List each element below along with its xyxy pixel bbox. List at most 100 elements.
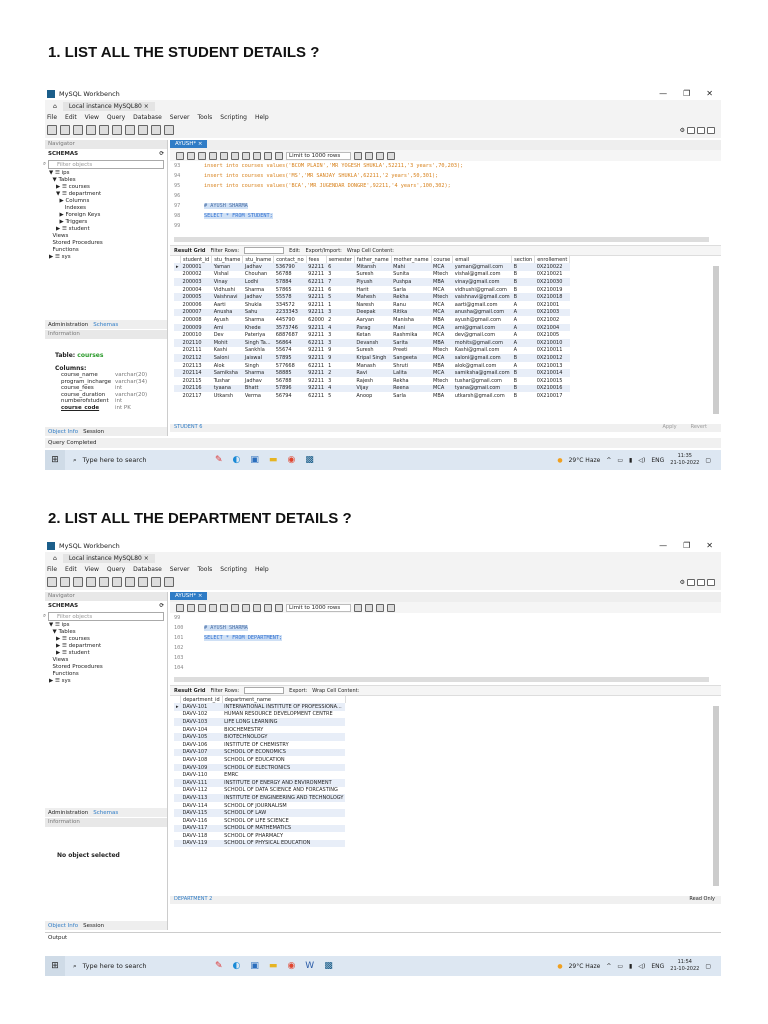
invisible-chars-icon[interactable] [376,151,385,160]
chevron-up-icon[interactable]: ^ [606,963,611,970]
cell[interactable]: 0X21003 [534,308,570,317]
cell[interactable]: Anusha [211,308,243,317]
cell[interactable]: 5 [326,293,355,301]
cell[interactable]: MCA [431,354,453,362]
table-row[interactable]: DAVV-110 EMRC [174,771,345,779]
cell[interactable]: Lalita [391,369,432,377]
edge-icon[interactable]: ◐ [233,455,241,465]
cell[interactable]: Ami [211,323,243,332]
cell[interactable]: Mtech [431,347,453,355]
cell[interactable]: 92211 [306,347,326,355]
cell[interactable]: Jaiswal [242,354,274,362]
cell[interactable]: 0X210013 [535,362,570,370]
toolbar-button[interactable] [164,125,174,135]
cell[interactable]: 577668 [274,362,306,370]
cell[interactable]: Mitansh [354,263,392,271]
cell[interactable]: 202113 [181,362,212,370]
cell[interactable]: 200007 [180,308,212,317]
paint-app-icon[interactable]: ✎ [215,455,223,465]
apply-button[interactable]: Apply [662,424,676,432]
cell[interactable]: MCA [431,286,453,294]
cell[interactable]: Ranu [391,301,431,309]
cell[interactable]: Anoop [354,392,391,400]
cell[interactable]: B [512,286,535,294]
cell[interactable]: dev@gmail.com [453,331,512,339]
cell[interactable]: SCHOOL OF DATA SCIENCE AND FORCASTING [222,787,345,795]
menu-tools[interactable]: Tools [197,566,212,573]
maximize-button[interactable]: ❐ [683,89,690,98]
table-row[interactable]: 202117 Utkarsh Verma 56794 62211 5 Anoop Sarla M… [174,392,570,400]
result-grid-button[interactable]: Result Grid [174,688,205,694]
tree-item[interactable]: ▶ Foreign Keys [45,212,167,219]
cell[interactable]: Mahi [391,263,432,271]
cell[interactable]: Mahesh [354,293,392,301]
filter-rows-input[interactable] [244,687,285,694]
tree-item[interactable]: Views [45,233,167,240]
cell[interactable]: Sharma [243,316,274,324]
language-indicator[interactable]: ENG [651,457,664,464]
cell[interactable]: 0X210019 [535,286,570,294]
cell[interactable]: Sarita [391,338,432,347]
beautify-icon[interactable] [354,603,363,612]
cell[interactable]: vinay@gmail.com [452,278,512,286]
network-icon[interactable]: ▭ [617,457,623,464]
cell[interactable]: Reena [391,384,432,393]
explorer-icon[interactable]: ▬ [269,455,278,465]
cell[interactable]: B [511,384,535,393]
cell[interactable]: Manisha [391,316,431,324]
clock[interactable]: 11:35 21-10-2022 [670,453,699,467]
tree-item[interactable]: ▶ ☰ courses [45,636,167,643]
toolbar-button[interactable] [138,125,148,135]
table-row[interactable]: 202114 Samiksha Sharma 58885 92211 2 Ravi Lalit… [174,369,570,377]
toolbar-button[interactable] [138,577,148,587]
cell[interactable]: INSTITUTE OF CHEMISTRY [222,741,345,749]
cell[interactable]: Tushar [212,377,243,385]
cell[interactable]: INSTITUTE OF ENGINEERING AND TECHNOLOGY [222,794,346,802]
cell[interactable]: 0X210022 [534,263,570,271]
execute-current-icon[interactable] [209,151,217,160]
cell[interactable]: DAVV-112 [181,787,223,795]
cell[interactable]: 334572 [274,301,306,309]
cell[interactable]: Sankhla [243,347,274,355]
cell[interactable]: Alok [212,362,243,370]
taskbar-search[interactable]: ⌕ Type here to search [65,456,165,465]
column-header[interactable]: email [452,256,513,263]
filter-rows-input[interactable] [244,247,285,254]
cell[interactable]: 3 [326,271,354,279]
cell[interactable]: INSTITUTE OF ENERGY AND ENVIRONMENT [222,778,346,787]
settings-icon[interactable]: ⚙ [680,579,685,586]
table-row[interactable]: 200006 Aarti Shukla 334572 92211 1 Naresh Ranu M… [174,301,570,309]
toolbar-button[interactable] [86,125,96,135]
column-header[interactable]: semester [326,256,355,263]
refresh-icon[interactable]: ⟳ [159,151,164,157]
cell[interactable]: DAVV-116 [181,817,223,825]
cell[interactable]: DAVV-105 [180,733,223,741]
table-row[interactable]: DAVV-104 BIOCHEMESTRY [174,726,345,734]
tree-item[interactable]: ▼ ☰ department [45,191,167,198]
cell[interactable]: MBA [431,278,453,286]
table-row[interactable]: DAVV-109 SCHOOL OF ELECTRONICS [174,763,346,772]
cell[interactable]: A [512,331,535,339]
tree-item[interactable]: ▼ Tables [45,177,167,184]
cell[interactable]: Shukla [243,301,274,309]
grid-vscrollbar[interactable] [713,266,719,414]
cell[interactable]: alok@gmail.com [453,362,512,370]
cell[interactable]: BIOTECHNOLOGY [222,733,346,741]
cell[interactable]: Kashi [212,347,243,355]
tab-object-info[interactable]: Object Info [48,429,78,435]
rollback-icon[interactable] [264,151,272,160]
settings-icon[interactable]: ⚙ [680,127,685,134]
cell[interactable]: 92211 [306,323,327,332]
table-row[interactable]: DAVV-117 SCHOOL OF MATHEMATICS [174,824,346,833]
tab-local-instance[interactable]: Local instance MySQL80 × [62,101,155,111]
volume-icon[interactable]: ◁) [638,457,645,464]
cell[interactable]: 2 [326,369,355,377]
cell[interactable]: Suresh [354,347,391,355]
column-header[interactable]: mother_name [391,256,432,263]
table-row[interactable]: DAVV-103 LIFE LONG LEARNING [174,718,346,726]
cell[interactable]: 7 [326,278,355,286]
cell[interactable]: 57896 [273,384,307,393]
beautify-icon[interactable] [354,151,363,160]
column-header[interactable]: stu_fname [211,256,244,263]
save-icon[interactable] [187,151,195,160]
